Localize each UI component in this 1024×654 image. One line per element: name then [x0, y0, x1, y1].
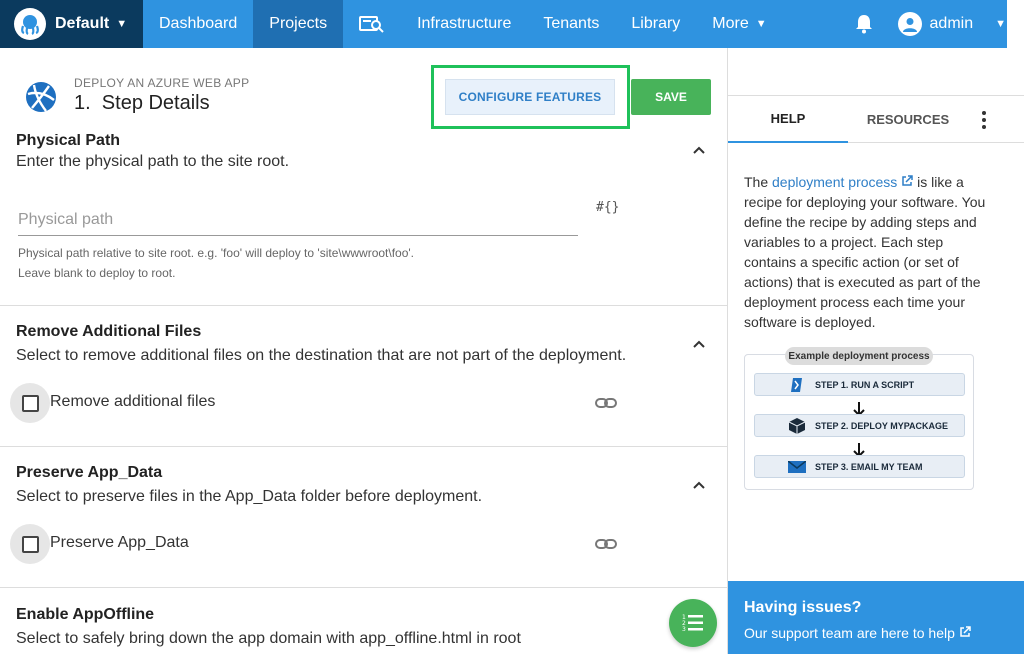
section-description: Select to safely bring down the app doma…	[16, 630, 521, 647]
top-navigation: Default ▼ Dashboard Projects Infrastruct…	[0, 0, 1024, 48]
diagram-step: STEP 2. DEPLOY MYPACKAGE	[754, 414, 965, 437]
diagram-step-label: STEP 3. EMAIL MY TEAM	[815, 461, 923, 472]
nav-tasks[interactable]	[343, 0, 401, 48]
variable-binding-button[interactable]: #{}	[596, 200, 619, 215]
preserve-app-data-checkbox[interactable]	[10, 524, 50, 564]
external-link-icon	[902, 175, 913, 186]
section-title: Remove Additional Files	[16, 323, 202, 340]
diagram-step-label: STEP 2. DEPLOY MYPACKAGE	[815, 420, 949, 431]
tasks-search-icon	[359, 16, 384, 33]
checkbox-label: Remove additional files	[50, 393, 216, 410]
package-icon	[787, 417, 807, 434]
physical-path-input[interactable]: Physical path	[18, 211, 113, 229]
chevron-down-icon: ▼	[995, 18, 1006, 30]
field-hint: Physical path relative to site root. e.g…	[18, 246, 415, 260]
example-process-diagram: Example deployment process STEP 1. RUN A…	[744, 347, 974, 490]
remove-files-checkbox[interactable]	[10, 383, 50, 423]
sidebar-tabs: HELP RESOURCES	[728, 95, 1024, 143]
section-description: Enter the physical path to the site root…	[16, 153, 290, 170]
remove-files-section: Remove Additional Files Select to remove…	[0, 306, 727, 447]
chevron-down-icon: ▼	[116, 18, 128, 30]
checkbox-box	[21, 535, 39, 553]
physical-path-section: Physical Path Enter the physical path to…	[0, 110, 727, 306]
azure-web-app-icon	[26, 82, 56, 112]
step-header: DEPLOY AN AZURE WEB APP 1. Step Details …	[0, 48, 727, 134]
external-link-icon	[960, 626, 971, 637]
support-title: Having issues?	[744, 599, 862, 616]
app-offline-section: Enable AppOffline Select to safely bring…	[0, 588, 727, 654]
help-link-label: deployment process	[772, 174, 898, 190]
user-name: admin	[929, 15, 974, 32]
section-title: Enable AppOffline	[16, 606, 155, 623]
diagram-step: STEP 1. RUN A SCRIPT	[754, 373, 965, 396]
support-link-label: Our support team are here to help	[744, 625, 955, 641]
checkbox-box	[21, 394, 39, 412]
diagram-title: Example deployment process	[785, 347, 933, 365]
step-template-name: DEPLOY AN AZURE WEB APP	[74, 76, 250, 90]
more-options-icon[interactable]	[976, 108, 992, 132]
support-banner: Having issues? Our support team are here…	[728, 581, 1024, 654]
input-underline	[18, 235, 578, 236]
checkbox-label: Preserve App_Data	[50, 534, 189, 551]
nav-library[interactable]: Library	[615, 0, 696, 48]
nav-projects[interactable]: Projects	[253, 0, 344, 48]
avatar-icon	[897, 12, 922, 36]
preserve-app-data-section: Preserve App_Data Select to preserve fil…	[0, 447, 727, 588]
tab-help[interactable]: HELP	[728, 96, 848, 143]
help-body: is like a recipe for deploying your soft…	[744, 174, 986, 330]
help-prefix: The	[744, 174, 773, 190]
space-selector[interactable]: Default ▼	[0, 0, 143, 48]
section-title: Physical Path	[16, 132, 121, 149]
link-icon[interactable]	[594, 537, 618, 551]
configure-features-button[interactable]: CONFIGURE FEATURES	[445, 79, 615, 115]
chevron-up-icon[interactable]	[692, 339, 706, 349]
nav-tenants[interactable]: Tenants	[527, 0, 615, 48]
scrollbar	[1007, 0, 1024, 48]
link-icon[interactable]	[594, 396, 618, 410]
user-menu[interactable]: admin ▼	[888, 12, 1024, 36]
page-title: 1. Step Details	[74, 92, 210, 114]
section-description: Select to preserve files in the App_Data…	[16, 488, 483, 505]
nav-dashboard[interactable]: Dashboard	[143, 0, 253, 48]
chevron-up-icon[interactable]	[692, 480, 706, 490]
diagram-step: STEP 3. EMAIL MY TEAM	[754, 455, 965, 478]
step-editor: DEPLOY AN AZURE WEB APP 1. Step Details …	[0, 48, 728, 654]
help-sidebar: HELP RESOURCES The deployment process is…	[728, 48, 1024, 654]
space-name: Default	[55, 15, 110, 32]
chevron-down-icon: ▼	[755, 18, 767, 30]
section-title: Preserve App_Data	[16, 464, 163, 481]
help-text: The deployment process is like a recipe …	[744, 172, 994, 332]
diagram-step-label: STEP 1. RUN A SCRIPT	[815, 379, 915, 390]
step-list-button[interactable]: 123	[669, 599, 717, 647]
support-link[interactable]: Our support team are here to help	[744, 625, 971, 641]
deployment-process-link[interactable]: deployment process	[772, 174, 913, 190]
svg-text:3: 3	[682, 626, 686, 633]
tab-resources[interactable]: RESOURCES	[848, 96, 968, 143]
list-icon: 123	[682, 614, 703, 633]
notifications-bell-icon[interactable]	[840, 14, 888, 34]
nav-more-label: More	[712, 15, 749, 32]
octopus-logo-icon	[14, 8, 46, 40]
script-icon	[787, 377, 807, 393]
nav-infrastructure[interactable]: Infrastructure	[401, 0, 527, 48]
section-description: Select to remove additional files on the…	[16, 347, 627, 364]
email-icon	[787, 459, 807, 475]
save-button[interactable]: SAVE	[631, 79, 711, 115]
nav-more[interactable]: More ▼	[696, 0, 782, 48]
field-hint: Leave blank to deploy to root.	[18, 266, 176, 280]
chevron-up-icon[interactable]	[692, 145, 706, 155]
